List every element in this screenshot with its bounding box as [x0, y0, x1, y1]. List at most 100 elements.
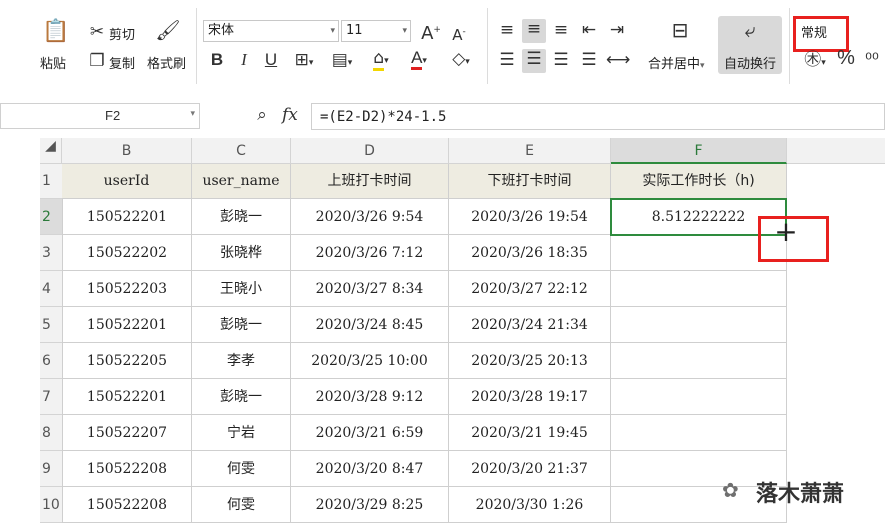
table-cell-work-hours[interactable]	[611, 307, 787, 343]
indent-icon[interactable]: ⇥	[606, 20, 628, 40]
formula-input[interactable]: =(E2-D2)*24-1.5	[311, 103, 885, 130]
font-name-select[interactable]: 宋体 ▾	[203, 20, 339, 42]
header-cell-clock-out[interactable]: 下班打卡时间	[449, 164, 611, 199]
table-cell-user-name[interactable]: 宁岩	[192, 415, 291, 451]
table-cell-user-name[interactable]: 何雯	[192, 451, 291, 487]
table-cell-user-name[interactable]: 王晓小	[192, 271, 291, 307]
copy-icon[interactable]: ❐	[87, 51, 107, 71]
table-cell-user-name[interactable]: 何雯	[192, 487, 291, 523]
merge-center-icon[interactable]: ⊟	[667, 20, 693, 40]
table-cell-work-hours[interactable]	[611, 379, 787, 415]
font-color-icon[interactable]: A▾	[404, 48, 434, 71]
decrease-font-icon[interactable]: A-	[448, 22, 470, 45]
table-cell-clock-in[interactable]: 2020/3/24 8:45	[291, 307, 449, 343]
table-cell-clock-out[interactable]: 2020/3/26 18:35	[449, 235, 611, 271]
row-header[interactable]: 7	[40, 379, 62, 415]
table-cell-clock-in[interactable]: 2020/3/20 8:47	[291, 451, 449, 487]
font-size-select[interactable]: 11 ▾	[341, 20, 411, 42]
row-header[interactable]: 6	[40, 343, 62, 379]
table-cell-work-hours[interactable]	[611, 271, 787, 307]
justify-icon[interactable]: ☰	[578, 50, 600, 70]
row-header[interactable]: 9	[40, 451, 62, 487]
align-left-icon[interactable]: ☰	[496, 50, 518, 70]
table-cell-clock-in[interactable]: 2020/3/26 7:12	[291, 235, 449, 271]
table-cell-clock-in[interactable]: 2020/3/29 8:25	[291, 487, 449, 523]
select-all-corner[interactable]: ◢	[40, 138, 62, 164]
distributed-icon[interactable]: ⟷	[606, 50, 630, 70]
row-header[interactable]: 3	[40, 235, 62, 271]
percent-button[interactable]: %	[836, 48, 856, 68]
scissors-icon[interactable]: ✂	[87, 22, 107, 42]
name-box[interactable]: F2 ▾	[0, 103, 200, 129]
table-cell-work-hours[interactable]	[611, 343, 787, 379]
header-cell-work-hours[interactable]: 实际工作时长（h)	[611, 164, 787, 199]
italic-button[interactable]: I	[234, 50, 254, 70]
zoom-search-icon[interactable]: ⌕	[252, 105, 272, 125]
table-cell-clock-out[interactable]: 2020/3/21 19:45	[449, 415, 611, 451]
cut-button[interactable]: 剪切	[109, 24, 135, 43]
table-cell-clock-out[interactable]: 2020/3/27 22:12	[449, 271, 611, 307]
table-cell-user-name[interactable]: 张晓桦	[192, 235, 291, 271]
table-cell-clock-in[interactable]: 2020/3/28 9:12	[291, 379, 449, 415]
table-cell-user-id[interactable]: 150522208	[62, 487, 192, 523]
table-cell-clock-in[interactable]: 2020/3/25 10:00	[291, 343, 449, 379]
table-cell-user-name[interactable]: 彭晓一	[192, 379, 291, 415]
table-cell-clock-out[interactable]: 2020/3/26 19:54	[449, 199, 611, 235]
column-header-b[interactable]: B	[62, 138, 192, 164]
column-header-f[interactable]: F	[611, 138, 787, 164]
table-cell-clock-out[interactable]: 2020/3/24 21:34	[449, 307, 611, 343]
row-header[interactable]: 1	[40, 164, 62, 199]
table-cell-user-name[interactable]: 彭晓一	[192, 199, 291, 235]
format-painter-button[interactable]: 格式刷	[147, 53, 186, 72]
underline-button[interactable]: U	[261, 50, 281, 70]
row-header[interactable]: 5	[40, 307, 62, 343]
row-header[interactable]: 2	[40, 199, 62, 235]
column-header-c[interactable]: C	[192, 138, 291, 164]
table-cell-clock-out[interactable]: 2020/3/30 1:26	[449, 487, 611, 523]
comma-style-icon[interactable]: ⁰⁰	[862, 50, 882, 70]
column-header-d[interactable]: D	[291, 138, 449, 164]
table-cell-clock-in[interactable]: 2020/3/27 8:34	[291, 271, 449, 307]
format-painter-icon[interactable]: 🖌	[155, 20, 181, 46]
table-cell-work-hours[interactable]	[611, 415, 787, 451]
table-cell-user-id[interactable]: 150522207	[62, 415, 192, 451]
row-header[interactable]: 8	[40, 415, 62, 451]
table-cell-user-name[interactable]: 彭晓一	[192, 307, 291, 343]
align-right-icon[interactable]: ☰	[550, 50, 572, 70]
table-cell-user-name[interactable]: 李孝	[192, 343, 291, 379]
border-icon[interactable]: ⊞▾	[290, 50, 318, 73]
column-header-e[interactable]: E	[449, 138, 611, 164]
header-cell-user-name[interactable]: user_name	[192, 164, 291, 199]
table-cell-user-id[interactable]: 150522203	[62, 271, 192, 307]
align-bottom-icon[interactable]: ≡	[550, 20, 572, 40]
table-cell-clock-in[interactable]: 2020/3/26 9:54	[291, 199, 449, 235]
function-fx-button[interactable]: fx	[282, 105, 298, 125]
copy-button[interactable]: 复制	[109, 53, 135, 72]
header-cell-user-id[interactable]: userId	[62, 164, 192, 199]
paste-button[interactable]: 粘贴	[40, 53, 66, 72]
table-cell-user-id[interactable]: 150522205	[62, 343, 192, 379]
table-cell-user-id[interactable]: 150522208	[62, 451, 192, 487]
clear-format-icon[interactable]: ◇▾	[444, 49, 478, 72]
merge-center-button[interactable]: 合并居中▾	[648, 53, 705, 72]
table-cell-user-id[interactable]: 150522201	[62, 199, 192, 235]
row-header[interactable]: 10	[40, 487, 62, 523]
table-cell-clock-out[interactable]: 2020/3/28 19:17	[449, 379, 611, 415]
table-cell-user-id[interactable]: 150522201	[62, 307, 192, 343]
align-top-icon[interactable]: ≡	[496, 20, 518, 40]
table-cell-clock-in[interactable]: 2020/3/21 6:59	[291, 415, 449, 451]
outdent-icon[interactable]: ⇤	[578, 20, 600, 40]
align-middle-icon[interactable]: ≡	[522, 19, 546, 43]
row-header[interactable]: 4	[40, 271, 62, 307]
cell-style-icon[interactable]: ▤▾	[328, 50, 356, 73]
fill-color-icon[interactable]: ⌂▾	[366, 48, 396, 71]
table-cell-user-id[interactable]: 150522202	[62, 235, 192, 271]
bold-button[interactable]: B	[207, 50, 227, 70]
currency-icon[interactable]: ㊍▾	[800, 50, 830, 73]
increase-font-icon[interactable]: A+	[420, 20, 442, 44]
header-cell-clock-in[interactable]: 上班打卡时间	[291, 164, 449, 199]
paste-icon[interactable]: 📋	[42, 21, 70, 48]
table-cell-user-id[interactable]: 150522201	[62, 379, 192, 415]
table-cell-clock-out[interactable]: 2020/3/25 20:13	[449, 343, 611, 379]
align-center-icon[interactable]: ☰	[522, 49, 546, 73]
